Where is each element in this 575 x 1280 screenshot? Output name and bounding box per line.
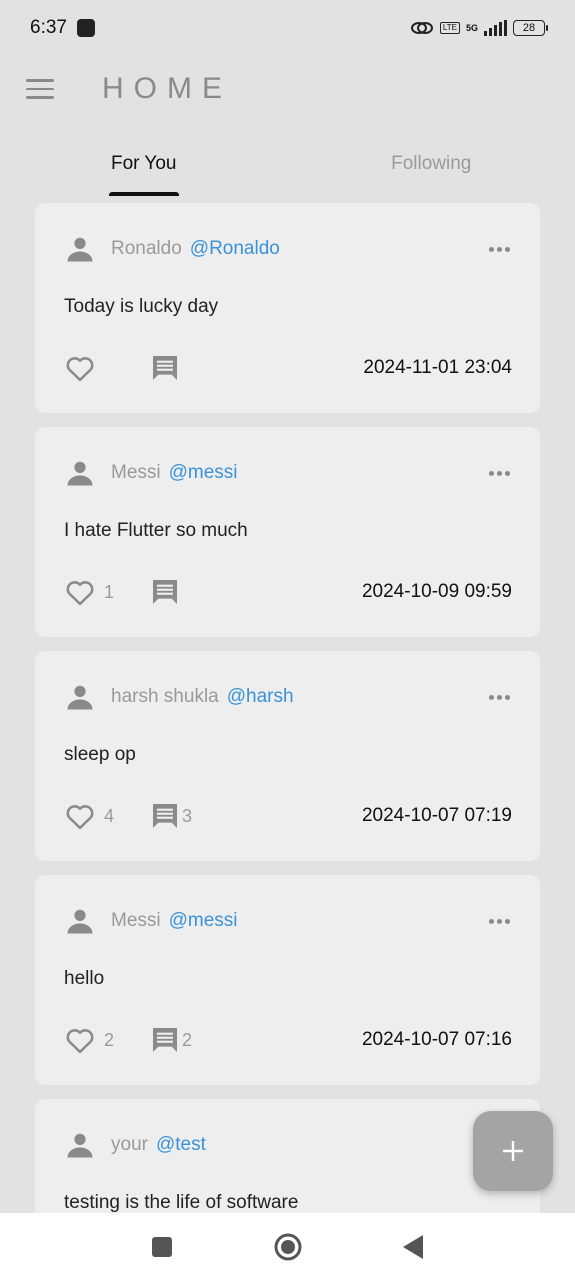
- post-card[interactable]: your @test testing is the life of softwa…: [35, 1099, 540, 1213]
- notification-icon: [76, 19, 95, 37]
- post-message: sleep op: [64, 744, 136, 765]
- more-options-icon[interactable]: [489, 246, 510, 252]
- add-post-button[interactable]: [473, 1111, 553, 1191]
- plus-icon: [503, 1141, 523, 1161]
- post-card[interactable]: harsh shukla @harsh sleep op 4 3 2024-10…: [35, 651, 540, 861]
- link-icon: [410, 22, 433, 34]
- comment-icon[interactable]: [149, 352, 181, 384]
- page-title: HOME: [102, 72, 232, 105]
- user-icon: [67, 237, 93, 262]
- tab-following[interactable]: Following: [288, 132, 575, 196]
- status-bar: 6:37 LTE 5G 28: [0, 0, 575, 56]
- post-timestamp: 2024-11-01 23:04: [363, 357, 512, 378]
- comment-count: 2: [182, 1029, 193, 1050]
- signal-icon: [484, 20, 507, 36]
- lte-badge: LTE: [439, 22, 460, 34]
- post-message: I hate Flutter so much: [64, 520, 248, 541]
- post-card[interactable]: Messi @messi I hate Flutter so much 1 20…: [35, 427, 540, 637]
- system-nav-bar: [0, 1213, 575, 1280]
- post-card[interactable]: Ronaldo @Ronaldo Today is lucky day 2024…: [35, 203, 540, 413]
- post-timestamp: 2024-10-07 07:16: [361, 1029, 512, 1050]
- more-options-icon[interactable]: [489, 694, 510, 700]
- comment-icon[interactable]: [149, 576, 181, 608]
- back-icon[interactable]: [401, 1234, 425, 1260]
- comment-icon[interactable]: [149, 1024, 181, 1056]
- network-gen: 5G: [465, 23, 478, 33]
- post-author-name[interactable]: harsh shukla: [111, 686, 219, 708]
- comment-icon[interactable]: [149, 800, 181, 832]
- heart-icon[interactable]: [65, 802, 95, 830]
- tab-bar: For You Following: [0, 132, 575, 196]
- heart-icon[interactable]: [65, 354, 95, 382]
- user-icon: [67, 685, 93, 710]
- post-author-name[interactable]: Messi: [111, 910, 161, 932]
- post-card[interactable]: Messi @messi hello 2 2 2024-10-07 07:16: [35, 875, 540, 1085]
- post-author-handle[interactable]: @messi: [169, 910, 238, 932]
- like-count: 2: [104, 1029, 115, 1050]
- post-timestamp: 2024-10-07 07:19: [361, 805, 512, 826]
- post-timestamp: 2024-10-09 09:59: [361, 581, 512, 602]
- tab-for-you[interactable]: For You: [0, 132, 288, 196]
- post-author-handle[interactable]: @test: [156, 1134, 206, 1156]
- post-feed[interactable]: Ronaldo @Ronaldo Today is lucky day 2024…: [35, 203, 540, 1213]
- post-author-handle[interactable]: @harsh: [227, 686, 294, 708]
- user-icon: [67, 909, 93, 934]
- more-options-icon[interactable]: [489, 918, 510, 924]
- like-count: 4: [104, 805, 115, 826]
- tab-label: Following: [391, 153, 472, 174]
- post-author-handle[interactable]: @messi: [169, 462, 238, 484]
- status-time: 6:37: [30, 17, 67, 38]
- heart-icon[interactable]: [65, 1026, 95, 1054]
- battery-icon: 28: [513, 20, 548, 36]
- post-author-name[interactable]: your: [111, 1134, 148, 1156]
- app-bar: HOME: [0, 56, 575, 122]
- post-author-name[interactable]: Ronaldo: [111, 238, 182, 260]
- comment-count: 3: [182, 805, 193, 826]
- recent-apps-icon[interactable]: [151, 1236, 173, 1258]
- post-author-handle[interactable]: @Ronaldo: [190, 238, 280, 260]
- battery-level: 28: [522, 22, 536, 34]
- tab-label: For You: [111, 153, 177, 174]
- hamburger-menu-icon[interactable]: [26, 79, 54, 99]
- post-message: Today is lucky day: [64, 296, 219, 317]
- post-author-name[interactable]: Messi: [111, 462, 161, 484]
- post-message: testing is the life of software: [64, 1192, 299, 1213]
- post-message: hello: [64, 968, 105, 989]
- heart-icon[interactable]: [65, 578, 95, 606]
- user-icon: [67, 1133, 93, 1158]
- home-icon[interactable]: [273, 1232, 303, 1262]
- user-icon: [67, 461, 93, 486]
- like-count: 1: [104, 581, 115, 602]
- more-options-icon[interactable]: [489, 470, 510, 476]
